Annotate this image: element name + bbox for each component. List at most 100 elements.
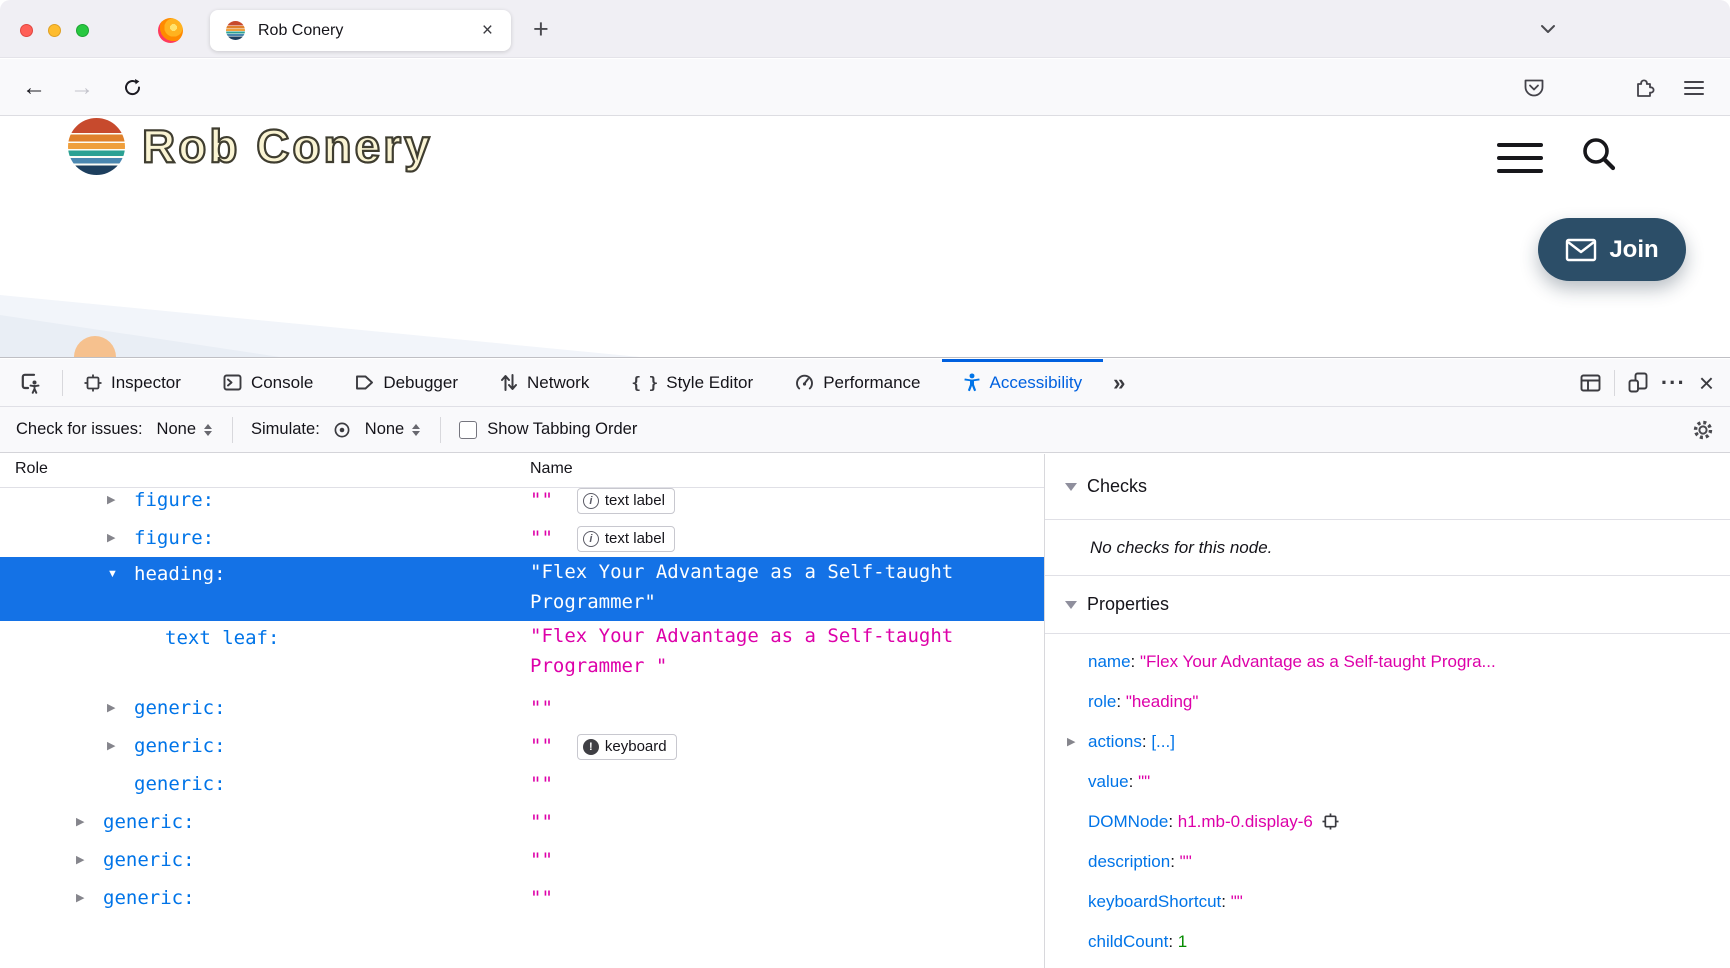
accessibility-sidebar: Checks No checks for this node. Properti…: [1045, 454, 1730, 968]
property-row[interactable]: name: "Flex Your Advantage as a Self-tau…: [1045, 642, 1730, 682]
tab-label: Performance: [823, 373, 920, 393]
tree-row[interactable]: ▶ generic: "": [0, 803, 1045, 841]
devtools-tabbar: Inspector Console Debugger Network { } S…: [0, 359, 1730, 407]
minimize-window-button[interactable]: [48, 24, 61, 37]
text-label-badge[interactable]: itext label: [577, 488, 675, 514]
properties-section-header[interactable]: Properties: [1045, 576, 1730, 634]
browser-window: Rob Conery × + ← → https://robconery.com…: [0, 0, 1730, 968]
tab-inspector[interactable]: Inspector: [63, 359, 202, 407]
property-row[interactable]: keyboardShortcut: "": [1045, 882, 1730, 922]
close-window-button[interactable]: [20, 24, 33, 37]
site-menu-hamburger-icon[interactable]: [1497, 143, 1543, 182]
pocket-icon[interactable]: [1516, 59, 1552, 116]
tab-accessibility[interactable]: Accessibility: [942, 359, 1104, 407]
devtools-panel: Inspector Console Debugger Network { } S…: [0, 357, 1730, 968]
keyboard-badge[interactable]: !keyboard: [577, 734, 677, 760]
check-issues-select[interactable]: None: [157, 420, 212, 439]
tree-row[interactable]: ▶ generic: "": [0, 879, 1045, 917]
tree-row[interactable]: ▶ generic: "": [0, 689, 1045, 727]
expand-arrow-icon[interactable]: ▶: [107, 727, 115, 765]
tree-row[interactable]: ▶ generic: "": [0, 841, 1045, 879]
collapse-arrow-icon[interactable]: ▼: [107, 559, 118, 589]
tab-performance[interactable]: Performance: [774, 359, 941, 407]
divider: [1614, 370, 1615, 396]
property-row[interactable]: description: "": [1045, 842, 1730, 882]
simulate-select[interactable]: None: [365, 420, 420, 439]
more-tabs-chevron-icon[interactable]: »: [1103, 370, 1135, 396]
inspector-icon: [84, 374, 102, 392]
tree-row[interactable]: text leaf: "Flex Your Advantage as a Sel…: [0, 621, 1045, 689]
warning-icon: !: [583, 739, 599, 755]
properties-title: Properties: [1087, 594, 1169, 615]
join-button[interactable]: Join: [1538, 218, 1686, 281]
property-row[interactable]: childCount: 1: [1045, 922, 1730, 962]
property-row[interactable]: value: "": [1045, 762, 1730, 802]
tab-debugger[interactable]: Debugger: [334, 359, 479, 407]
property-row[interactable]: role: "heading": [1045, 682, 1730, 722]
expand-arrow-icon[interactable]: ▶: [1067, 722, 1075, 762]
tab-label: Debugger: [383, 373, 458, 393]
section-collapse-icon: [1065, 601, 1077, 609]
property-row[interactable]: ▶actions: [...]: [1045, 722, 1730, 762]
new-tab-button[interactable]: +: [527, 14, 555, 45]
site-favicon-icon: [226, 21, 245, 40]
envelope-icon: [1565, 238, 1597, 262]
property-row[interactable]: indexInParent: 2: [1045, 962, 1730, 968]
expand-arrow-icon[interactable]: ▶: [76, 841, 84, 879]
tree-row[interactable]: ▶ figure: ""itext label: [0, 519, 1045, 557]
devtools-menu-icon[interactable]: ···: [1661, 370, 1686, 396]
performance-gauge-icon: [795, 373, 814, 392]
text-label-badge[interactable]: itext label: [577, 526, 675, 552]
simulate-eye-icon: [333, 421, 351, 439]
back-button[interactable]: ←: [16, 59, 52, 116]
close-devtools-icon[interactable]: ×: [1699, 370, 1714, 396]
expand-arrow-icon[interactable]: ▶: [107, 689, 115, 727]
webpage-hero: Rob Conery Join: [0, 117, 1730, 357]
tab-style-editor[interactable]: { } Style Editor: [610, 359, 774, 407]
tree-row[interactable]: ▶ figure: ""itext label: [0, 481, 1045, 519]
site-logo-icon[interactable]: [68, 118, 125, 175]
tree-row[interactable]: generic: "": [0, 765, 1045, 803]
divider: [440, 417, 441, 443]
accessibility-person-icon: [963, 373, 981, 392]
tab-label: Console: [251, 373, 313, 393]
app-menu-hamburger-icon[interactable]: [1676, 59, 1712, 116]
column-name: Name: [530, 460, 573, 478]
expand-arrow-icon[interactable]: ▶: [76, 803, 84, 841]
simulate-label: Simulate:: [251, 420, 320, 439]
tab-label: Style Editor: [666, 373, 753, 393]
extensions-puzzle-icon[interactable]: [1626, 59, 1662, 116]
expand-arrow-icon[interactable]: ▶: [107, 519, 115, 557]
tab-console[interactable]: Console: [202, 359, 334, 407]
expand-arrow-icon[interactable]: ▶: [107, 481, 115, 519]
checks-empty-message: No checks for this node.: [1045, 520, 1730, 576]
select-carets-icon: [412, 424, 420, 436]
network-arrows-icon: [500, 373, 518, 392]
list-all-tabs-icon[interactable]: [1540, 24, 1556, 34]
tree-row-selected[interactable]: ▼ heading: "Flex Your Advantage as a Sel…: [0, 557, 1045, 621]
tree-row[interactable]: ▶ generic: ""!keyboard: [0, 727, 1045, 765]
info-icon: i: [583, 493, 599, 509]
site-search-icon[interactable]: [1578, 134, 1620, 176]
close-tab-icon[interactable]: ×: [478, 19, 497, 42]
settings-gear-icon[interactable]: [1692, 419, 1730, 441]
responsive-design-icon[interactable]: [1628, 372, 1648, 393]
tab-title: Rob Conery: [258, 22, 478, 40]
property-row[interactable]: DOMNode: h1.mb-0.display-6: [1045, 802, 1730, 842]
accessibility-picker-icon[interactable]: [0, 372, 62, 394]
zoom-window-button[interactable]: [76, 24, 89, 37]
tab-label: Accessibility: [990, 373, 1083, 393]
show-tabbing-order-checkbox[interactable]: [459, 421, 477, 439]
browser-tab[interactable]: Rob Conery ×: [210, 10, 511, 51]
macos-titlebar: Rob Conery × +: [0, 0, 1730, 58]
tab-label: Inspector: [111, 373, 181, 393]
checks-section-header[interactable]: Checks: [1045, 454, 1730, 520]
dock-layout-icon[interactable]: [1580, 374, 1601, 392]
inspect-node-icon[interactable]: [1322, 813, 1339, 830]
tab-network[interactable]: Network: [479, 359, 610, 407]
checks-title: Checks: [1087, 476, 1147, 497]
site-brand-title[interactable]: Rob Conery: [142, 119, 433, 173]
reload-button[interactable]: [114, 59, 150, 116]
expand-arrow-icon[interactable]: ▶: [76, 879, 84, 917]
braces-icon: { }: [631, 373, 657, 392]
